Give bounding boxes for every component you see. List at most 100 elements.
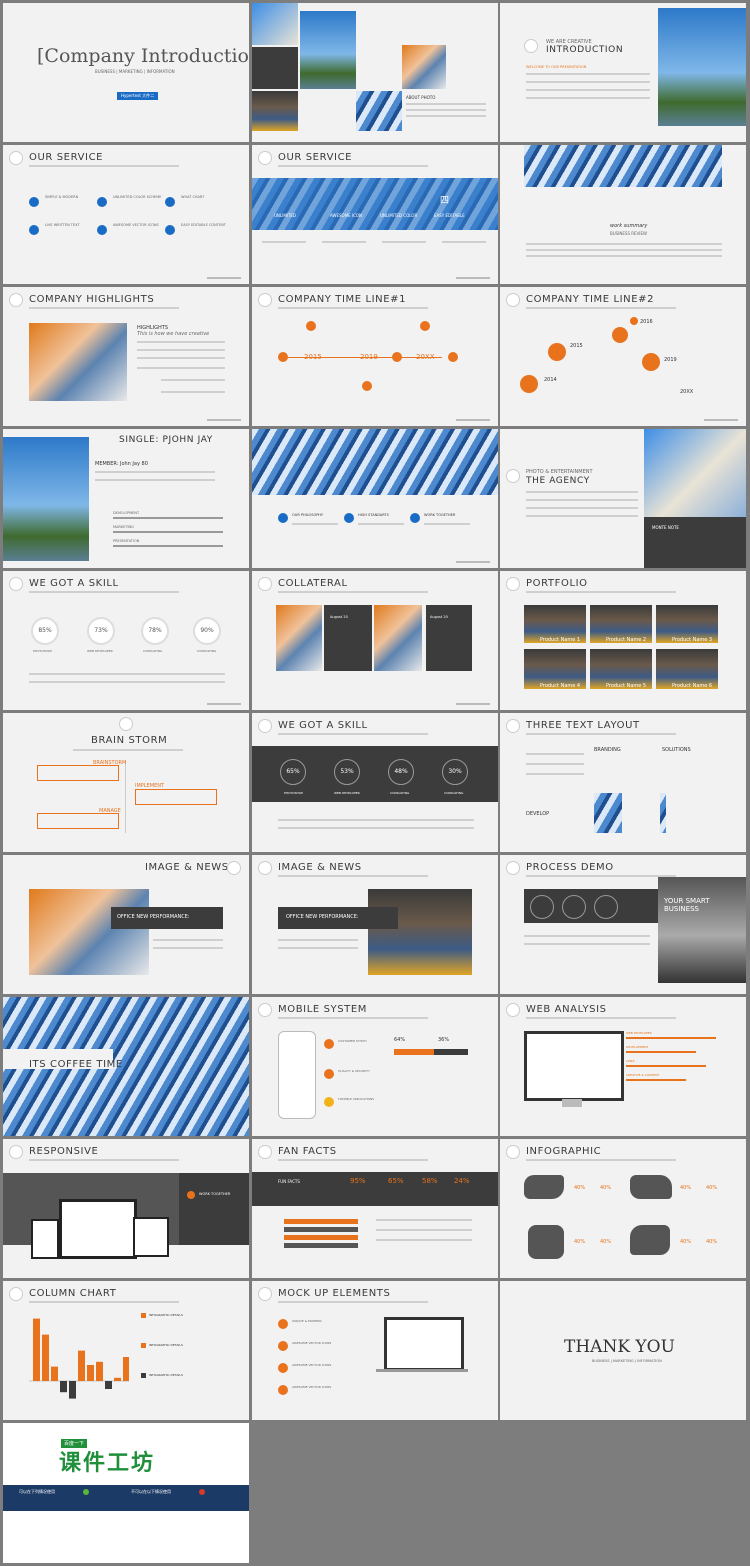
slide-11[interactable]: OUR PHILOSOPHY HIGH STANDARTS WORK TOGET… [252,429,498,568]
section-icon [258,151,272,165]
check-icon [83,1489,89,1495]
slide18-title: THREE TEXT LAYOUT [526,720,640,731]
monitor-mockup [524,1031,624,1101]
slide4-title: OUR SERVICE [29,152,104,163]
slide-28[interactable]: COLUMN CHART INFOGRAPHIC DETAILS INFOGRA… [3,1281,249,1420]
chart-bar [33,1318,40,1381]
section-icon [506,1003,520,1017]
slide-12[interactable]: PHOTO & ENTERTAINMENT THE AGENCY MONTE N… [500,429,746,568]
slide3-title: INTRODUCTION [546,45,624,55]
slide8-title: COMPANY TIME LINE#1 [278,294,407,305]
slide7-title: COMPANY HIGHLIGHTS [29,294,155,305]
section-icon [506,577,520,591]
slide-7[interactable]: COMPANY HIGHLIGHTS HIGHLIGHTS This is ho… [3,287,249,426]
bridge-photo [300,11,356,89]
section-icon [9,1287,23,1301]
slide-4[interactable]: OUR SERVICE SIMPLE & MODERN UNLIMITED CO… [3,145,249,284]
section-icon [258,1003,272,1017]
slide-9[interactable]: COMPANY TIME LINE#2 2014 2015 2016 2019 … [500,287,746,426]
glyph: 四 [440,196,450,206]
section-icon [9,293,23,307]
writing-photo [402,45,446,89]
slide6-subtitle: BUSINESS REVIEW [610,231,647,236]
about-label: ABOUT PHOTO [406,95,436,100]
chart-bar [60,1381,67,1393]
slide-6[interactable]: work summary BUSINESS REVIEW [500,145,746,284]
chart-bar [105,1381,112,1389]
slide-25[interactable]: RESPONSIVE WORK TOGETHER [3,1139,249,1278]
section-icon [258,577,272,591]
man-photo [252,91,298,131]
map-shape [528,1225,564,1259]
section-icon [258,293,272,307]
slide-19[interactable]: IMAGE & NEWS OFFICE NEW PERFORMANCE: [3,855,249,994]
map-shape [524,1175,564,1199]
section-icon [227,861,241,875]
slide-30[interactable]: THANK YOU BUSINESS | MARKETING | INFORMA… [500,1281,746,1420]
slide-3[interactable]: WE ARE CREATIVE INTRODUCTION WELCOME TO … [500,3,746,142]
promo-panel[interactable]: 百度一下 课件工坊 可以在下列情况使用 不可以在以下情况使用 [3,1423,249,1563]
slide-29[interactable]: MOCK UP ELEMENTS UNIQUE & MODERN AWESOME… [252,1281,498,1420]
slide26-title: FAN FACTS [278,1146,337,1157]
slide-10[interactable]: SINGLE: PJOHN JAY MEMBER: John Jay 80 DE… [3,429,249,568]
slide3-label: WELCOME TO OUR PRESENTATION [526,65,587,69]
chart-bar [69,1381,76,1399]
section-icon [258,1145,272,1159]
chart-bar [51,1366,58,1381]
phone-mockup [278,1031,316,1119]
laptop-mockup [384,1317,464,1371]
bridge-photo [3,437,89,561]
building-photo [644,429,746,517]
slide-22[interactable]: ITS COFFEE TIME [3,997,249,1136]
slide-13[interactable]: WE GOT A SKILL 85% 73% 78% 90% PHOTOSHOP… [3,571,249,710]
section-icon [506,861,520,875]
architecture-photo [356,91,402,131]
slide-5[interactable]: OUR SERVICE UNLIMITED AWESOME ICON UNLIM… [252,145,498,284]
slide6-title: work summary [610,223,648,229]
slide-15[interactable]: PORTFOLIO Product Name 1 Product Name 2 … [500,571,746,710]
monitor-mockup [59,1199,137,1259]
slide23-title: MOBILE SYSTEM [278,1004,368,1015]
slide-17[interactable]: WE GOT A SKILL 65% 53% 48% 30% PHOTOSHOP… [252,713,498,852]
section-icon [258,1287,272,1301]
slide-27[interactable]: INFOGRAPHIC 40% 40% 40% 40% 40% 40% 40% … [500,1139,746,1278]
slide-14[interactable]: COLLATERAL August 20 August 20 [252,571,498,710]
slide-18[interactable]: THREE TEXT LAYOUT BRANDING SOLUTIONS DEV… [500,713,746,852]
slide14-title: COLLATERAL [278,578,348,589]
slide19-title: IMAGE & NEWS [145,862,229,873]
thank-you-title: THANK YOU [564,1337,675,1357]
cross-icon [199,1489,205,1495]
bridge-photo [658,8,746,126]
writing-photo [29,323,127,401]
dark-panel [252,47,298,89]
building-photo [252,3,298,45]
slide-1[interactable]: [Company Introduction BUSINESS | MARKETI… [3,3,249,142]
slide29-title: MOCK UP ELEMENTS [278,1288,391,1299]
slide-21[interactable]: PROCESS DEMO YOUR SMART BUSINESS [500,855,746,994]
section-icon [506,293,520,307]
slide16-title: BRAIN STORM [91,735,168,746]
slide-16[interactable]: BRAIN STORM BRAINSTORM IMPLEMENT MANAGE [3,713,249,852]
map-shape [630,1175,672,1199]
slide-24[interactable]: WEB ANALYSIS WEB DEVELOPER DEVELOPMENT L… [500,997,746,1136]
slide22-title: ITS COFFEE TIME [29,1059,123,1070]
slide-8[interactable]: COMPANY TIME LINE#1 2015 2019 20XX [252,287,498,426]
section-icon [119,717,133,731]
slide10-title: SINGLE: PJOHN JAY [119,435,213,445]
slide-2[interactable]: ABOUT PHOTO [252,3,498,142]
chart-bar [87,1365,94,1381]
slide-20[interactable]: IMAGE & NEWS OFFICE NEW PERFORMANCE: [252,855,498,994]
slide27-title: INFOGRAPHIC [526,1146,602,1157]
section-icon [524,39,538,53]
section-icon [9,577,23,591]
brand-logo: 课件工坊 [59,1451,156,1476]
slide-26[interactable]: FAN FACTS FUN FACTS 95% 65% 58% 24% [252,1139,498,1278]
slide1-subtitle: BUSINESS | MARKETING | INFORMATION [95,69,175,74]
slide-23[interactable]: MOBILE SYSTEM CUSTOMER STITCH QUALITY & … [252,997,498,1136]
chart-bar [78,1350,85,1381]
section-icon [506,719,520,733]
map-shape [630,1225,670,1255]
slide5-title: OUR SERVICE [278,152,353,163]
section-icon [9,1145,23,1159]
bridge-photo [658,877,746,983]
